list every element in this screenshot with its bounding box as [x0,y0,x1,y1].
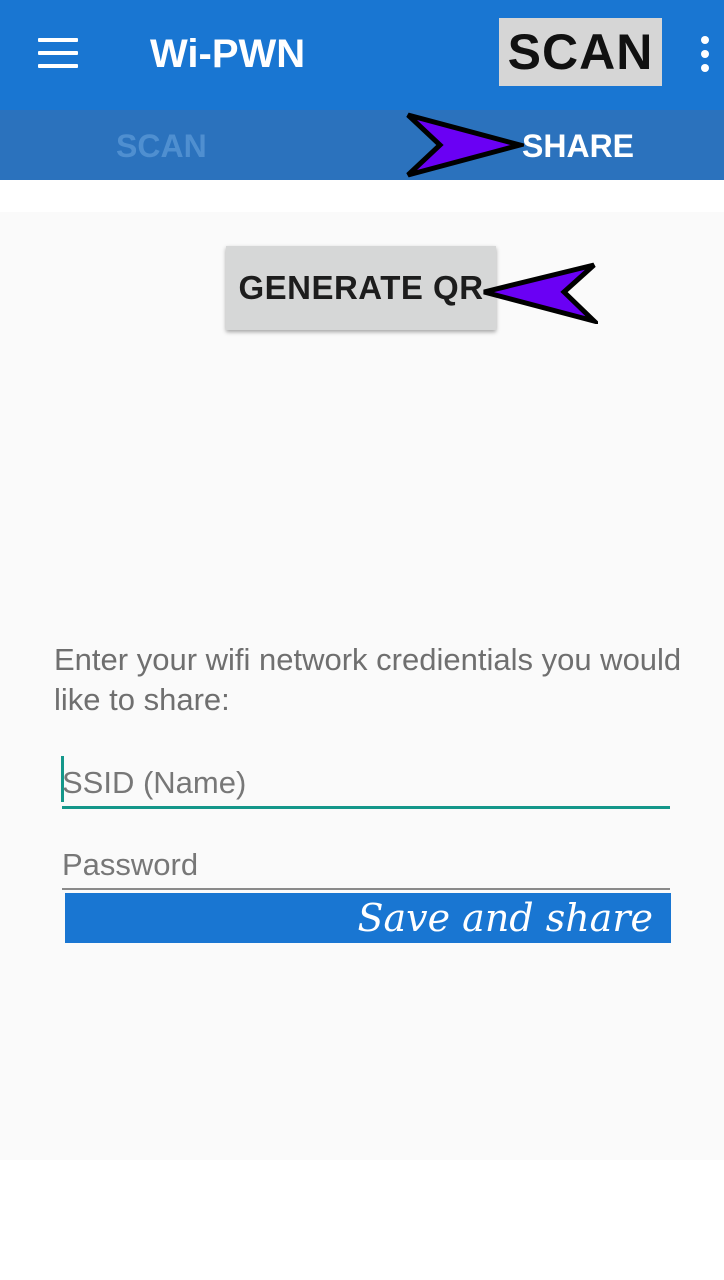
share-panel: GENERATE QR Enter your wifi network cred… [0,212,724,1160]
ssid-input[interactable] [62,760,670,809]
instructions-text: Enter your wifi network credientials you… [54,642,682,717]
scan-action-button[interactable]: SCAN [499,18,662,86]
tab-share[interactable]: SHARE [522,110,634,180]
password-input[interactable] [62,842,670,890]
overflow-menu-icon[interactable] [700,36,710,72]
menu-icon[interactable] [38,38,78,68]
save-and-share-button[interactable]: Save and share [65,893,671,943]
app-bar: Wi-PWN SCAN [0,0,724,110]
tab-scan[interactable]: SCAN [116,110,207,180]
arrow-annotation-icon [406,112,524,178]
app-title: Wi-PWN [150,32,306,76]
tab-bar: SCAN SHARE [0,110,724,180]
arrow-annotation-icon [483,262,598,324]
generate-qr-button[interactable]: GENERATE QR [226,246,496,330]
